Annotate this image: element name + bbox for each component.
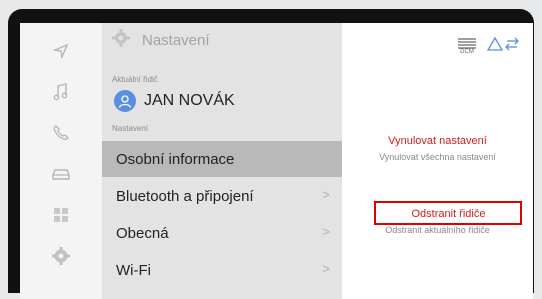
device-frame: Nastavení Aktuální řidič JAN NOVÁK Nasta… bbox=[8, 9, 534, 299]
panel-header: Nastavení bbox=[112, 29, 210, 52]
detail-panel: DCM Vynulovat nastavení Vynulovat všechn… bbox=[342, 23, 533, 299]
dcm-label: DCM bbox=[460, 49, 474, 55]
menu-item-label: Osobní informace bbox=[116, 150, 235, 168]
page-title: Nastavení bbox=[142, 32, 210, 49]
gear-icon bbox=[112, 29, 130, 52]
icon-sidebar bbox=[20, 23, 102, 299]
menu-item-general[interactable]: Obecná > bbox=[102, 215, 342, 251]
menu-item-personal-info[interactable]: Osobní informace bbox=[102, 141, 342, 177]
apps-icon[interactable] bbox=[20, 197, 102, 233]
navigation-icon[interactable] bbox=[20, 33, 102, 69]
avatar bbox=[114, 90, 136, 112]
current-driver[interactable]: JAN NOVÁK bbox=[114, 90, 235, 112]
status-icons: DCM bbox=[457, 36, 519, 56]
menu-item-label: Wi-Fi bbox=[116, 261, 151, 279]
remove-driver-title: Odstranit řidiče bbox=[411, 208, 486, 220]
car-icon[interactable] bbox=[20, 156, 102, 192]
music-icon[interactable] bbox=[20, 74, 102, 110]
reset-settings-action[interactable]: Vynulovat nastavení Vynulovat všechna na… bbox=[342, 135, 533, 162]
current-driver-label: Aktuální řidič bbox=[112, 75, 158, 84]
settings-section-label: Nastavení bbox=[112, 124, 149, 133]
remove-driver-subtitle: Odstranit aktuálního řidiče bbox=[385, 225, 490, 235]
menu-item-label: Bluetooth a připojení bbox=[116, 187, 254, 205]
chevron-right-icon: > bbox=[322, 261, 330, 276]
menu-item-label: Obecná bbox=[116, 224, 169, 242]
transfer-arrows-icon bbox=[505, 37, 519, 56]
chevron-right-icon: > bbox=[322, 187, 330, 202]
signal-icon bbox=[486, 36, 504, 56]
menu-item-wifi[interactable]: Wi-Fi > bbox=[102, 252, 342, 288]
remove-driver-button[interactable]: Odstranit řidiče Odstranit aktuálního ři… bbox=[342, 208, 533, 235]
settings-icon[interactable] bbox=[20, 238, 102, 274]
reset-settings-subtitle: Vynulovat všechna nastavení bbox=[379, 152, 496, 162]
menu-item-bluetooth[interactable]: Bluetooth a připojení > bbox=[102, 178, 342, 214]
screen: Nastavení Aktuální řidič JAN NOVÁK Nasta… bbox=[20, 23, 533, 299]
chevron-right-icon: > bbox=[322, 224, 330, 239]
phone-icon[interactable] bbox=[20, 115, 102, 151]
driver-name: JAN NOVÁK bbox=[144, 92, 235, 109]
settings-panel: Nastavení Aktuální řidič JAN NOVÁK Nasta… bbox=[102, 23, 342, 299]
reset-settings-title: Vynulovat nastavení bbox=[388, 135, 487, 147]
dcm-icon: DCM bbox=[457, 37, 477, 56]
